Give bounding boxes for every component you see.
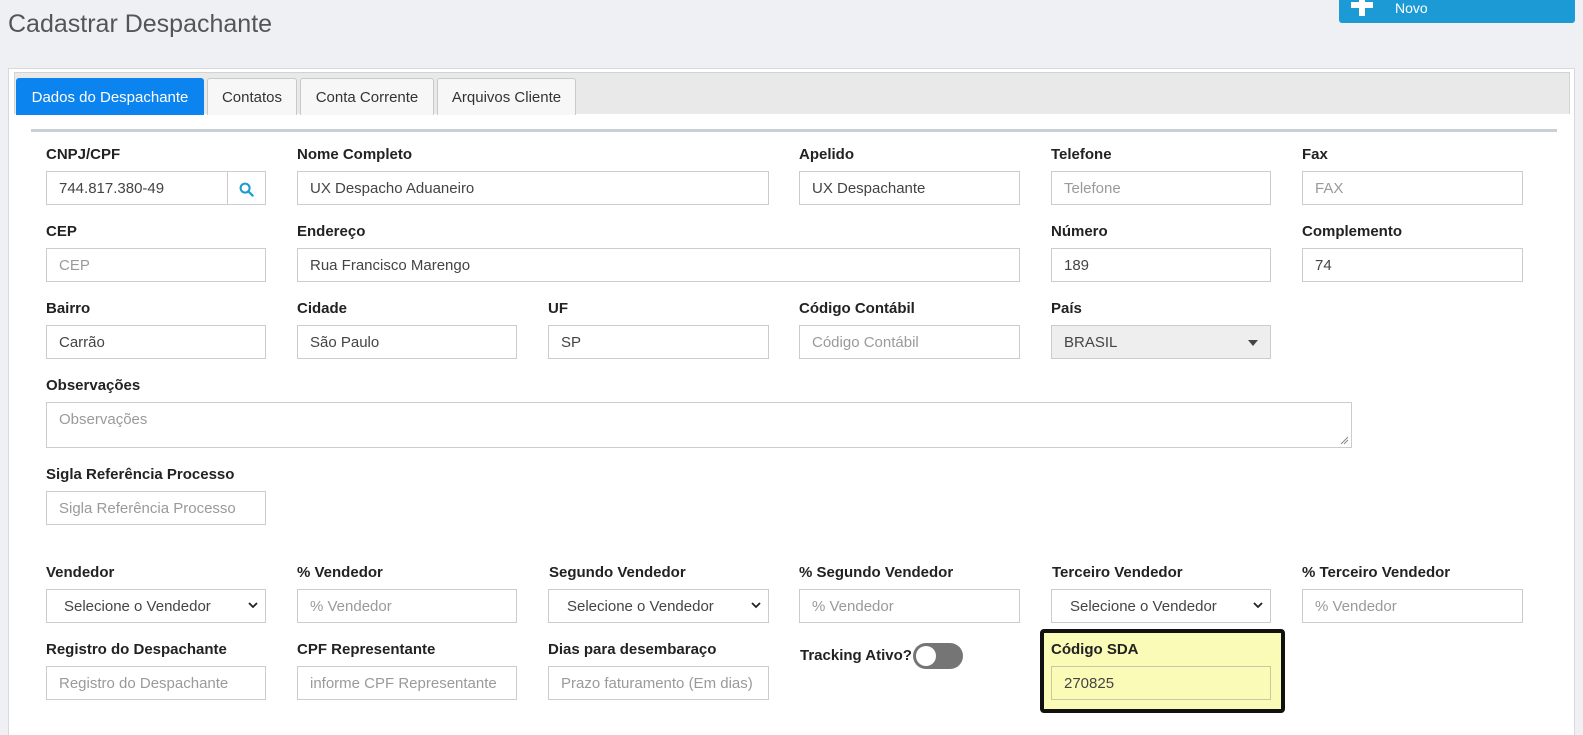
uf-input[interactable]: SP — [548, 325, 769, 359]
resize-grip-icon[interactable] — [1340, 436, 1349, 445]
sigla-label: Sigla Referência Processo — [46, 466, 235, 483]
pais-label: País — [1051, 300, 1082, 317]
telefone-label: Telefone — [1051, 146, 1112, 163]
terceiro-vendedor-select[interactable]: Selecione o Vendedor — [1051, 589, 1271, 623]
sigla-input[interactable]: Sigla Referência Processo — [46, 491, 266, 525]
chevron-down-icon — [247, 599, 258, 609]
nome-input[interactable]: UX Despacho Aduaneiro — [297, 171, 769, 205]
bairro-input[interactable]: Carrão — [46, 325, 266, 359]
pct-terceiro-input[interactable]: % Vendedor — [1302, 589, 1523, 623]
telefone-input[interactable]: Telefone — [1051, 171, 1271, 205]
codigo-contabil-label: Código Contábil — [799, 300, 915, 317]
pct-terceiro-label: % Terceiro Vendedor — [1302, 564, 1451, 581]
plus-icon — [1351, 0, 1373, 16]
pct-segundo-label: % Segundo Vendedor — [799, 564, 954, 581]
fax-input[interactable]: FAX — [1302, 171, 1523, 205]
toggle-knob — [916, 646, 936, 666]
bairro-label: Bairro — [46, 300, 91, 317]
fax-label: Fax — [1302, 146, 1328, 163]
chevron-down-icon — [750, 599, 761, 609]
chevron-down-icon — [1252, 599, 1263, 609]
codigo-sda-label: Código SDA — [1051, 641, 1139, 658]
tracking-toggle[interactable] — [913, 643, 963, 669]
tab-bar: Dados do Despachante Contatos Conta Corr… — [14, 72, 1570, 115]
tab-contatos[interactable]: Contatos — [207, 78, 297, 115]
segundo-vendedor-label: Segundo Vendedor — [549, 564, 686, 581]
pct-segundo-input[interactable]: % Vendedor — [799, 589, 1020, 623]
vendedor-value: Selecione o Vendedor — [64, 597, 211, 615]
tracking-label: Tracking Ativo? — [800, 647, 912, 664]
page-title: Cadastrar Despachante — [8, 10, 273, 38]
nome-label: Nome Completo — [297, 146, 413, 163]
dias-label: Dias para desembaraço — [548, 641, 717, 658]
codigo-sda-input[interactable]: 270825 — [1051, 666, 1271, 700]
terceiro-vendedor-label: Terceiro Vendedor — [1052, 564, 1183, 581]
numero-input[interactable]: 189 — [1051, 248, 1271, 282]
vendedor-label: Vendedor — [46, 564, 115, 581]
cpf-representante-input[interactable]: informe CPF Representante — [297, 666, 517, 700]
new-button-label: Novo — [1395, 0, 1428, 16]
terceiro-vendedor-value: Selecione o Vendedor — [1070, 597, 1217, 615]
cep-input[interactable]: CEP — [46, 248, 266, 282]
complemento-label: Complemento — [1302, 223, 1403, 240]
search-icon — [239, 182, 254, 197]
caret-down-icon — [1248, 340, 1258, 346]
observacoes-placeholder: Observações — [59, 411, 148, 428]
tab-arquivos-cliente[interactable]: Arquivos Cliente — [437, 78, 576, 115]
observacoes-textarea[interactable]: Observações — [46, 402, 1352, 448]
registro-label: Registro do Despachante — [46, 641, 227, 658]
endereco-input[interactable]: Rua Francisco Marengo — [297, 248, 1020, 282]
pais-value: BRASIL — [1064, 333, 1118, 351]
cidade-label: Cidade — [297, 300, 348, 317]
pct-vendedor-input[interactable]: % Vendedor — [297, 589, 517, 623]
pct-vendedor-label: % Vendedor — [297, 564, 383, 581]
endereco-label: Endereço — [297, 223, 366, 240]
pais-select[interactable]: BRASIL — [1051, 325, 1271, 359]
tab-conta-corrente[interactable]: Conta Corrente — [300, 78, 434, 115]
cnpj-value: 744.817.380-49 — [59, 179, 165, 197]
cpf-representante-label: CPF Representante — [297, 641, 436, 658]
cidade-input[interactable]: São Paulo — [297, 325, 517, 359]
segundo-vendedor-select[interactable]: Selecione o Vendedor — [548, 589, 769, 623]
uf-label: UF — [548, 300, 568, 317]
complemento-input[interactable]: 74 — [1302, 248, 1523, 282]
registro-input[interactable]: Registro do Despachante — [46, 666, 266, 700]
observacoes-label: Observações — [46, 377, 141, 394]
cnpj-input[interactable]: 744.817.380-49 — [46, 171, 266, 205]
apelido-label: Apelido — [799, 146, 854, 163]
search-button[interactable] — [227, 172, 265, 204]
codigo-contabil-input[interactable]: Código Contábil — [799, 325, 1020, 359]
tab-dados-despachante[interactable]: Dados do Despachante — [16, 78, 204, 115]
numero-label: Número — [1051, 223, 1108, 240]
segundo-vendedor-value: Selecione o Vendedor — [567, 597, 714, 615]
new-button[interactable]: Novo — [1339, 0, 1575, 23]
apelido-input[interactable]: UX Despachante — [799, 171, 1020, 205]
vendedor-select[interactable]: Selecione o Vendedor — [46, 589, 266, 623]
cep-label: CEP — [46, 223, 77, 240]
cnpj-label: CNPJ/CPF — [46, 146, 121, 163]
dias-input[interactable]: Prazo faturamento (Em dias) — [548, 666, 769, 700]
